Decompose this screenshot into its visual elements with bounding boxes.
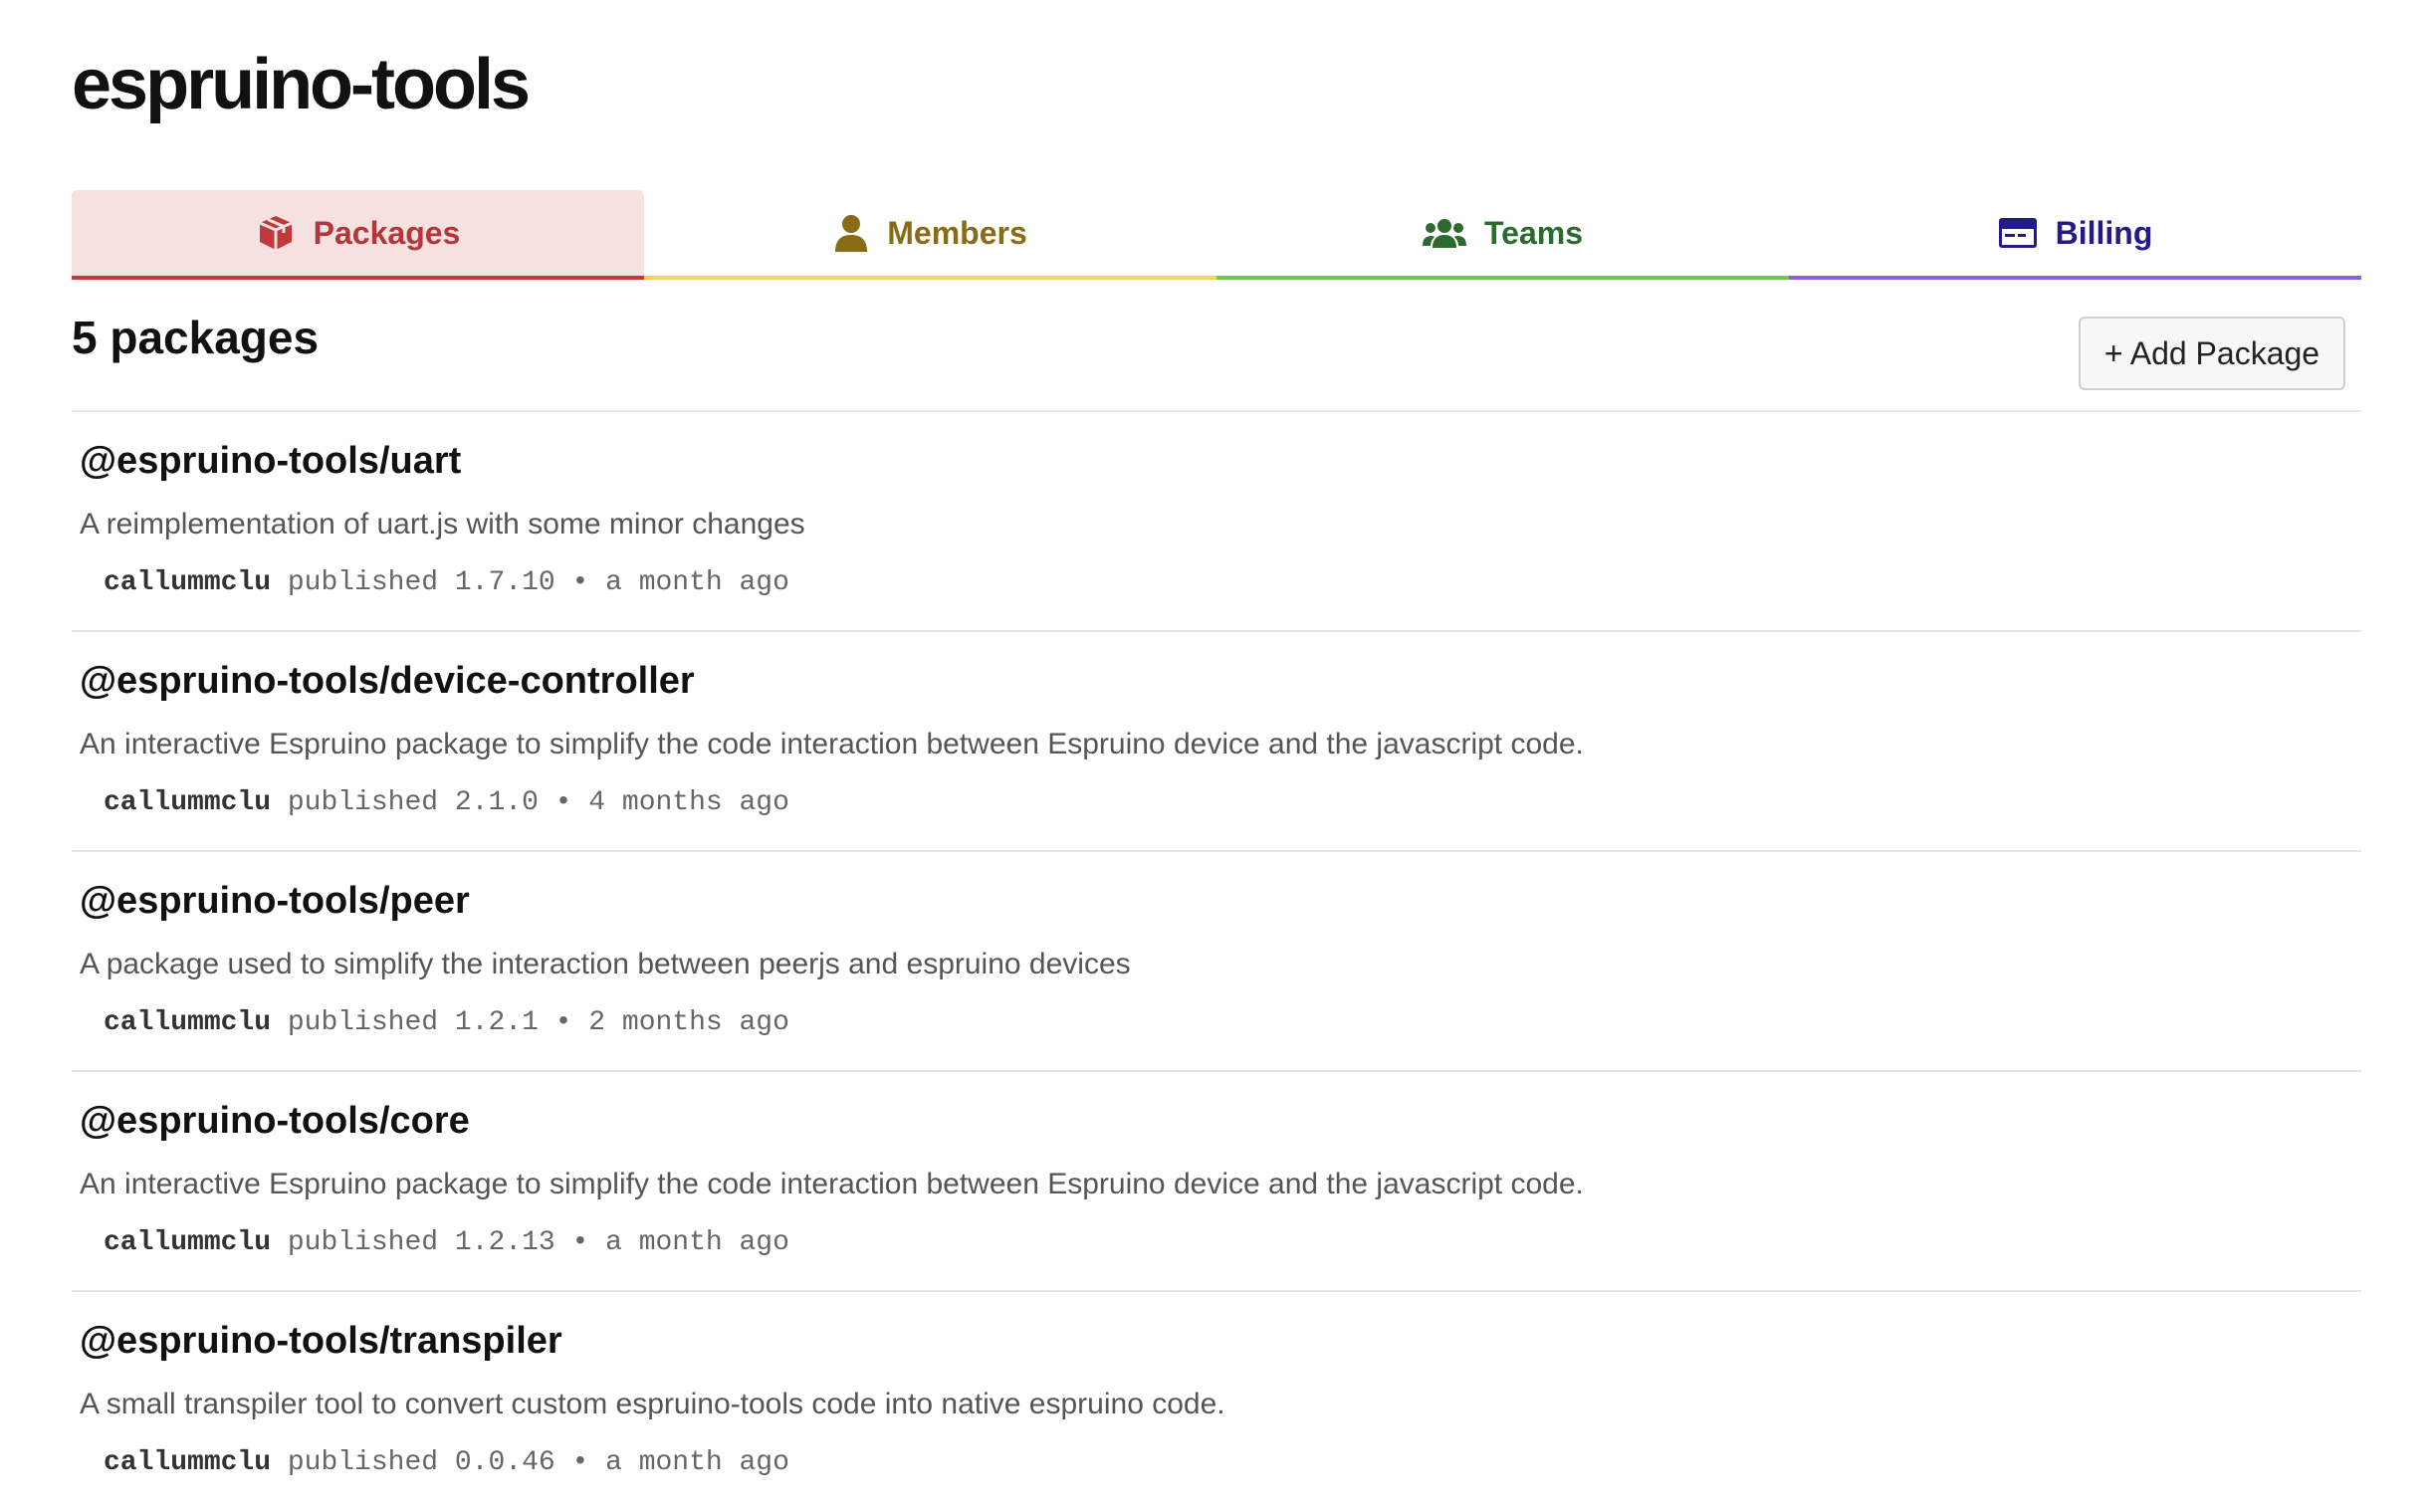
author-link[interactable]: callummclu	[104, 787, 271, 818]
publish-info: published 2.1.0 • 4 months ago	[271, 787, 789, 818]
package-description: An interactive Espruino package to simpl…	[80, 728, 1584, 760]
package-meta: callummclu published 1.2.13 • a month ag…	[104, 1227, 789, 1258]
tab-label: Billing	[2055, 214, 2153, 251]
package-meta: callummclu published 2.1.0 • 4 months ag…	[104, 787, 789, 818]
add-package-button[interactable]: + Add Package	[2079, 317, 2345, 390]
credit-card-icon	[1998, 217, 2038, 249]
package-count: 5 packages	[72, 312, 320, 363]
author-link[interactable]: callummclu	[104, 1227, 271, 1258]
package-description: A package used to simplify the interacti…	[80, 948, 1131, 980]
publish-info: published 0.0.46 • a month ago	[271, 1447, 789, 1478]
publish-info: published 1.7.10 • a month ago	[271, 567, 789, 598]
list-item: @espruino-tools/uart A reimplementation …	[72, 412, 2361, 632]
tab-billing[interactable]: Billing	[1789, 190, 2361, 280]
package-meta: callummclu published 0.0.46 • a month ag…	[104, 1447, 789, 1478]
package-name-link[interactable]: @espruino-tools/device-controller	[80, 660, 695, 703]
list-item: @espruino-tools/device-controller An int…	[72, 632, 2361, 852]
list-item: @espruino-tools/core An interactive Espr…	[72, 1072, 2361, 1292]
tab-teams[interactable]: Teams	[1216, 190, 1789, 280]
package-description: An interactive Espruino package to simpl…	[80, 1168, 1584, 1200]
tab-label: Teams	[1483, 214, 1583, 251]
package-name-link[interactable]: @espruino-tools/uart	[80, 440, 461, 483]
package-meta: callummclu published 1.2.1 • 2 months ag…	[104, 1007, 789, 1038]
publish-info: published 1.2.13 • a month ago	[271, 1227, 789, 1258]
package-meta: callummclu published 1.7.10 • a month ag…	[104, 567, 789, 598]
package-description: A reimplementation of uart.js with some …	[80, 508, 805, 540]
tab-label: Packages	[313, 214, 461, 251]
author-link[interactable]: callummclu	[104, 567, 271, 598]
tab-packages[interactable]: Packages	[72, 190, 644, 280]
author-link[interactable]: callummclu	[104, 1447, 271, 1478]
package-list: @espruino-tools/uart A reimplementation …	[72, 410, 2361, 1512]
users-icon	[1422, 217, 1466, 249]
list-item: @espruino-tools/peer A package used to s…	[72, 852, 2361, 1072]
package-name-link[interactable]: @espruino-tools/peer	[80, 880, 470, 923]
org-tabs: Packages Members Teams Billing	[72, 190, 2361, 280]
package-name-link[interactable]: @espruino-tools/core	[80, 1100, 470, 1143]
publish-info: published 1.2.1 • 2 months ago	[271, 1007, 789, 1038]
author-link[interactable]: callummclu	[104, 1007, 271, 1038]
package-name-link[interactable]: @espruino-tools/transpiler	[80, 1320, 562, 1363]
package-description: A small transpiler tool to convert custo…	[80, 1388, 1225, 1420]
list-item: @espruino-tools/transpiler A small trans…	[72, 1292, 2361, 1512]
user-icon	[833, 213, 869, 253]
page-title: espruino-tools	[72, 45, 531, 124]
tab-members[interactable]: Members	[644, 190, 1216, 280]
tab-label: Members	[887, 214, 1027, 251]
package-icon	[256, 213, 296, 253]
